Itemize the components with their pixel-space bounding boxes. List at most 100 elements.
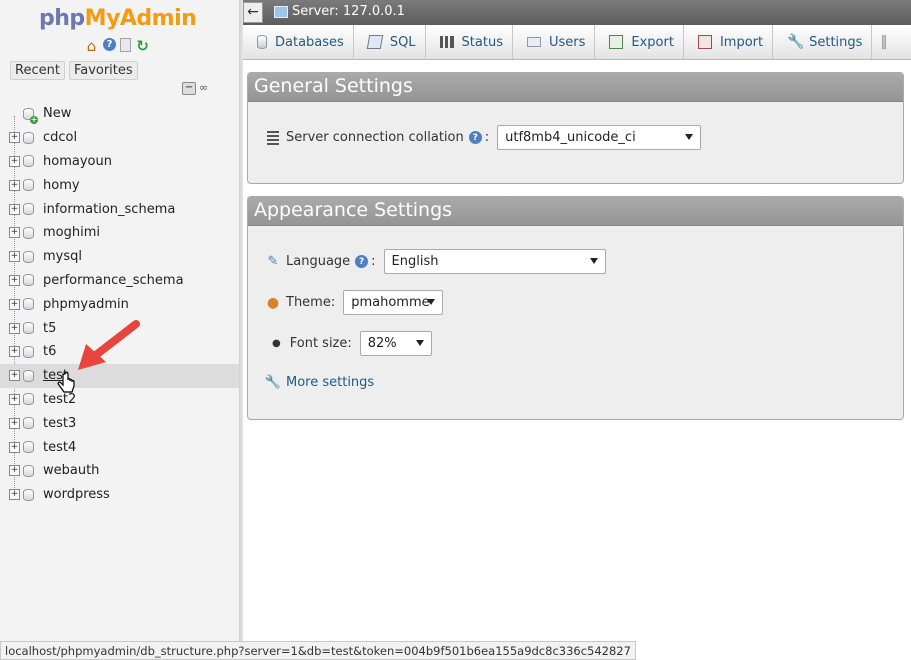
tree-item-test3[interactable]: + test3 [0, 411, 239, 435]
collation-select[interactable]: utf8mb4_unicode_ci [497, 125, 702, 150]
tree-item-homy[interactable]: + homy [0, 173, 239, 197]
tab-label: Databases [275, 34, 344, 50]
general-settings-panel: General Settings Server connection colla… [247, 72, 904, 184]
tab-label: SQL [389, 34, 416, 50]
tree-item-moghimi[interactable]: + moghimi [0, 221, 239, 245]
recent-favorites-row: Recent Favorites [10, 61, 138, 80]
tree-item-phpmyadmin[interactable]: + phpmyadmin [0, 292, 239, 316]
tree-item-webauth[interactable]: + webauth [0, 459, 239, 483]
tab-status[interactable]: Status [426, 25, 513, 59]
expand-icon[interactable]: + [9, 274, 20, 286]
tree-item-homayoun[interactable]: + homayoun [0, 150, 239, 174]
tree-item-information_schema[interactable]: + information_schema [0, 197, 239, 221]
tree-item-label[interactable]: homayoun [43, 154, 112, 169]
server-breadcrumb-label: Server: 127.0.0.1 [292, 4, 405, 19]
tree-item-cdcol[interactable]: + cdcol [0, 126, 239, 150]
tree-item-label[interactable]: wordpress [43, 487, 110, 502]
tree-item-label[interactable]: homy [43, 178, 80, 193]
language-label: Language [286, 254, 351, 269]
chevron-down-icon [685, 134, 694, 140]
expand-icon[interactable]: + [9, 370, 20, 382]
chevron-down-icon [589, 258, 598, 264]
tree-item-label[interactable]: test3 [43, 416, 76, 431]
tree-item-mysql[interactable]: + mysql [0, 245, 239, 269]
help-icon[interactable]: ? [355, 255, 369, 268]
home-icon[interactable]: ⌂ [84, 37, 99, 55]
top-breadcrumb-bar: ← Server: 127.0.0.1 [243, 0, 911, 25]
expand-icon[interactable]: + [9, 465, 20, 477]
font-size-row: ● Font size: 82% [272, 331, 432, 356]
tree-item-label[interactable]: phpmyadmin [43, 297, 129, 312]
more-tabs-icon[interactable]: ‖ [872, 25, 895, 59]
help-icon[interactable]: ? [103, 38, 116, 51]
language-row: ✎ Language ? : English [266, 249, 606, 274]
tree-item-label[interactable]: test4 [43, 440, 76, 455]
tree-item-label[interactable]: webauth [43, 463, 99, 478]
recent-button[interactable]: Recent [10, 61, 65, 80]
tree-item-test4[interactable]: + test4 [0, 435, 239, 459]
tree-item-label[interactable]: mysql [43, 249, 82, 264]
docs-icon[interactable] [120, 38, 131, 52]
tree-item-label[interactable]: information_schema [43, 202, 175, 217]
expand-icon[interactable]: + [9, 393, 20, 405]
favorites-button[interactable]: Favorites [68, 61, 138, 80]
tab-label: Import [719, 34, 764, 50]
colon-separator: : [371, 254, 376, 269]
expand-icon[interactable]: + [9, 417, 20, 429]
phpmyadmin-logo[interactable]: phpMyAdmin [39, 6, 197, 31]
tree-item-label[interactable]: moghimi [43, 225, 100, 240]
tab-label: Status [461, 34, 503, 50]
database-icon [23, 274, 34, 287]
database-icon [23, 417, 34, 430]
expand-icon[interactable]: + [9, 322, 20, 334]
tree-item-label[interactable]: t6 [43, 344, 56, 359]
red-arrow-annotation [78, 320, 140, 370]
language-select[interactable]: English [383, 249, 606, 274]
reload-icon[interactable]: ↻ [135, 37, 150, 55]
server-breadcrumb[interactable]: Server: 127.0.0.1 [274, 4, 405, 19]
tab-label: Users [548, 34, 586, 50]
expand-icon[interactable]: + [9, 132, 20, 144]
quick-icons: ⌂ ? ↻ [84, 37, 150, 55]
link-with-main-icon[interactable]: ∞ [199, 82, 213, 95]
expand-icon[interactable]: + [9, 441, 20, 453]
tree-item-performance_schema[interactable]: + performance_schema [0, 269, 239, 293]
help-icon[interactable]: ? [468, 131, 482, 144]
expand-icon[interactable]: + [9, 298, 20, 310]
tab-databases[interactable]: Databases [243, 25, 354, 59]
tree-item-new[interactable]: New [0, 102, 239, 126]
language-select-value: English [391, 254, 439, 269]
sidebar-resize-handle[interactable] [239, 0, 243, 660]
tab-sql[interactable]: SQL [354, 25, 426, 59]
tree-item-test2[interactable]: + test2 [0, 388, 239, 412]
expand-icon[interactable]: + [9, 155, 20, 167]
tree-item-label[interactable]: performance_schema [43, 273, 184, 288]
export-icon [609, 35, 624, 49]
tree-item-label[interactable]: cdcol [43, 130, 77, 145]
expand-icon[interactable]: + [9, 227, 20, 239]
expand-icon[interactable]: + [9, 251, 20, 263]
database-icon [23, 131, 34, 144]
tab-import[interactable]: Import [684, 25, 774, 59]
database-icon [23, 155, 34, 168]
expand-icon[interactable]: + [9, 489, 20, 501]
collapse-sidebar-button[interactable]: ← [243, 2, 263, 23]
more-settings-link[interactable]: More settings [286, 375, 374, 390]
expand-icon[interactable]: + [9, 179, 20, 191]
database-icon [257, 35, 267, 49]
tab-settings[interactable]: 🔧 Settings [773, 25, 873, 59]
tree-item-label[interactable]: t5 [43, 321, 56, 336]
database-icon [23, 488, 34, 501]
tree-item-wordpress[interactable]: + wordpress [0, 483, 239, 507]
font-size-select[interactable]: 82% [359, 331, 432, 356]
chevron-down-icon [427, 299, 436, 305]
database-tree: New + cdcol + homayoun + homy + information_sch… [0, 102, 239, 507]
colon-separator: : [484, 130, 490, 145]
collapse-all-icon[interactable]: − [182, 82, 196, 95]
expand-icon[interactable]: + [9, 346, 20, 358]
tab-export[interactable]: Export [595, 25, 684, 59]
expand-icon[interactable]: + [9, 203, 20, 215]
tab-users[interactable]: Users [513, 25, 596, 59]
sql-icon [366, 35, 384, 49]
theme-select[interactable]: pmahomme [343, 290, 444, 315]
